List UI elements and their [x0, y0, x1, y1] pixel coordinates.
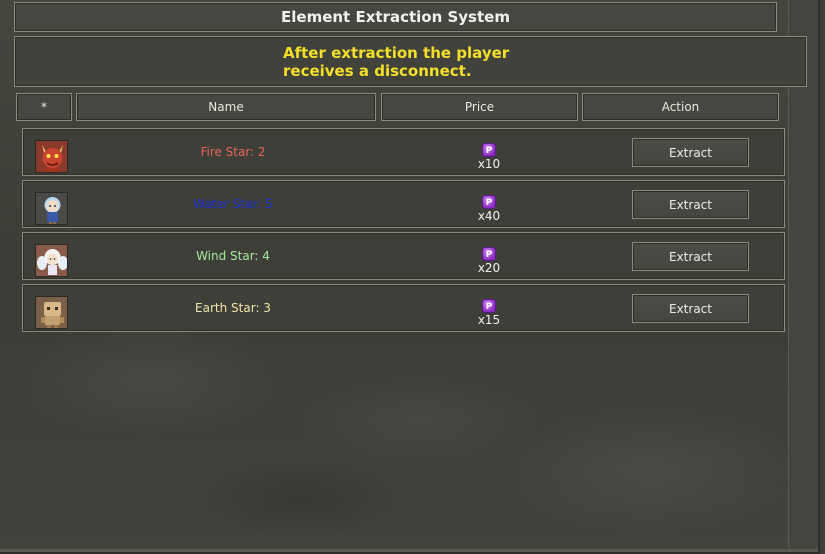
price-quantity: x10: [477, 157, 501, 171]
points-coin-icon: P: [482, 247, 496, 261]
price-quantity: x20: [477, 261, 501, 275]
notice-line-1: After extraction the player: [283, 44, 510, 62]
points-coin-icon: P: [482, 143, 496, 157]
price-cell: P x20: [471, 242, 507, 275]
price-cell: P x10: [471, 138, 507, 171]
price-quantity: x15: [477, 313, 501, 327]
notice-box: After extraction the player receives a d…: [14, 36, 807, 87]
price-cell: P x40: [471, 190, 507, 223]
table-row: Earth Star: 3 P x15 Extract: [22, 284, 785, 332]
column-header-star: *: [16, 93, 72, 121]
table-row: Wind Star: 4 P x20 Extract: [22, 232, 785, 280]
extract-button[interactable]: Extract: [632, 190, 749, 219]
element-name: Earth Star: 3: [195, 301, 271, 315]
extract-button[interactable]: Extract: [632, 294, 749, 323]
element-name: Fire Star: 2: [200, 145, 266, 159]
extract-button[interactable]: Extract: [632, 242, 749, 271]
column-header-name: Name: [76, 93, 376, 121]
earth-golem-icon: [35, 296, 68, 329]
price-quantity: x40: [477, 209, 501, 223]
fire-demon-icon: [35, 140, 68, 173]
extract-button[interactable]: Extract: [632, 138, 749, 167]
notice-line-2: receives a disconnect.: [283, 62, 472, 80]
table-row: Fire Star: 2 P x10 Extract: [22, 128, 785, 176]
water-fairy-icon: [35, 192, 68, 225]
element-name: Water Star: 5: [193, 197, 273, 211]
price-cell: P x15: [471, 294, 507, 327]
element-name: Wind Star: 4: [196, 249, 270, 263]
column-header-price: Price: [381, 93, 578, 121]
points-coin-icon: P: [482, 195, 496, 209]
extraction-window: Element Extraction System After extracti…: [0, 0, 820, 554]
points-coin-icon: P: [482, 299, 496, 313]
table-row: Water Star: 5 P x40 Extract: [22, 180, 785, 228]
column-header-action: Action: [582, 93, 779, 121]
wind-angel-icon: [35, 244, 68, 277]
window-title: Element Extraction System: [14, 2, 777, 32]
